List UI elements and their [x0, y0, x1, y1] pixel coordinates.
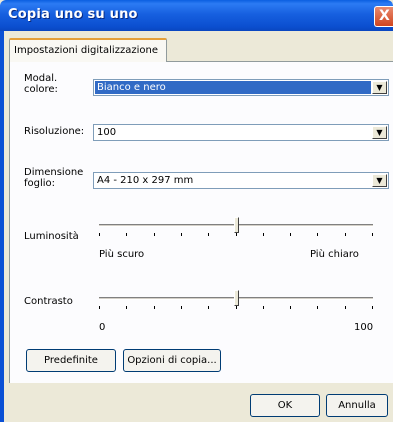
slider-tick: [208, 306, 209, 309]
slider-tick: [236, 233, 237, 236]
copy-dialog-window: Copia uno su uno X Modal. colore: Bianco…: [0, 0, 393, 422]
slider-tick: [372, 233, 373, 236]
slider-tick: [126, 233, 127, 236]
dialog-footer: OK Annulla: [4, 383, 393, 422]
resolution-select[interactable]: 100 ▼: [93, 124, 389, 141]
slider-tick: [317, 233, 318, 236]
contrast-label: Contrasto: [24, 296, 73, 307]
cancel-button[interactable]: Annulla: [326, 394, 388, 417]
brightness-min-label: Più scuro: [99, 249, 145, 260]
slider-tick: [154, 233, 155, 236]
slider-tick: [181, 306, 182, 309]
slider-thumb[interactable]: [234, 217, 239, 233]
slider-tick: [236, 306, 237, 309]
slider-tick: [126, 306, 127, 309]
slider-tick: [290, 233, 291, 236]
chevron-down-icon[interactable]: ▼: [372, 81, 387, 94]
slider-tick: [181, 233, 182, 236]
paper-size-value: A4 - 210 x 297 mm: [97, 175, 194, 186]
paper-size-select[interactable]: A4 - 210 x 297 mm ▼: [93, 172, 389, 189]
color-mode-select[interactable]: Bianco e nero ▼: [93, 79, 389, 96]
slider-thumb[interactable]: [234, 290, 239, 306]
slider-tick: [317, 306, 318, 309]
ok-button[interactable]: OK: [250, 394, 320, 417]
window-frame-left: [0, 31, 4, 422]
resolution-label: Risoluzione:: [24, 126, 85, 137]
brightness-slider[interactable]: [99, 217, 373, 236]
copy-options-button[interactable]: Opzioni di copia...: [123, 349, 221, 372]
contrast-min-label: 0: [99, 322, 106, 333]
slider-tick: [99, 306, 100, 309]
slider-tick: [345, 233, 346, 236]
chevron-down-icon[interactable]: ▼: [372, 126, 387, 139]
close-icon[interactable]: X: [374, 6, 393, 27]
resolution-value: 100: [97, 127, 117, 138]
slider-tick: [263, 233, 264, 236]
contrast-slider[interactable]: [99, 290, 373, 309]
tab-panel: Modal. colore: Bianco e nero ▼ Risoluzio…: [9, 61, 393, 383]
slider-tick: [290, 306, 291, 309]
window-title: Copia uno su uno: [8, 7, 138, 22]
color-mode-value: Bianco e nero: [97, 82, 166, 93]
title-bar[interactable]: Copia uno su uno X: [0, 0, 393, 31]
defaults-button[interactable]: Predefinite: [26, 349, 116, 372]
slider-tick: [154, 306, 155, 309]
slider-tick: [372, 306, 373, 309]
brightness-label: Luminosità: [24, 231, 79, 242]
contrast-max-label: 100: [354, 322, 374, 333]
brightness-max-label: Più chiaro: [310, 249, 359, 260]
slider-tick: [345, 306, 346, 309]
tab-scan-settings[interactable]: Impostazioni digitalizzazione: [9, 38, 167, 62]
paper-size-label: Dimensione foglio:: [24, 167, 84, 189]
slider-tick: [99, 233, 100, 236]
slider-tick: [208, 233, 209, 236]
color-mode-label: Modal. colore:: [24, 73, 58, 95]
slider-tick: [263, 306, 264, 309]
chevron-down-icon[interactable]: ▼: [372, 174, 387, 187]
